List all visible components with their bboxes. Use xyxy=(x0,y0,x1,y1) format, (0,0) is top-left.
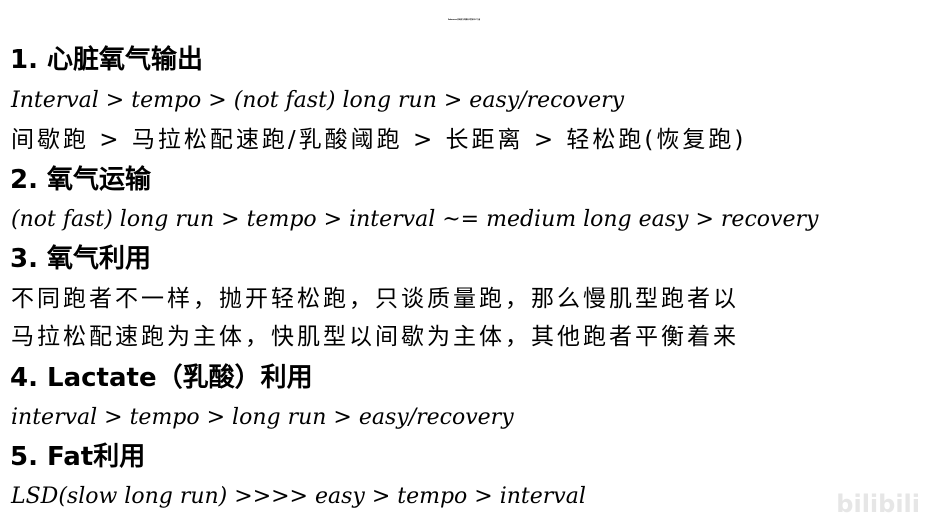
section-4-heading: 4. Lactate（乳酸）利用 xyxy=(10,363,313,393)
section-5-heading: 5. Fat利用 xyxy=(10,442,146,472)
section-3-heading: 3. 氧气利用 xyxy=(10,244,152,274)
section-3-line-2: 马拉松配速跑为主体，快肌型以间歇为主体，其他跑者平衡着来 xyxy=(11,324,739,350)
section-1-line-english: Interval > tempo > (not fast) long run >… xyxy=(11,88,625,113)
document-page: Endurance(有氧能力)的提高主要来自5个方面 1. 心脏氧气输出 Int… xyxy=(0,0,928,522)
section-2-line-english: (not fast) long run > tempo > interval ~… xyxy=(11,207,819,232)
section-5-line-english: LSD(slow long run) >>>> easy > tempo > i… xyxy=(11,484,586,509)
section-3-line-1: 不同跑者不一样，抛开轻松跑，只谈质量跑，那么慢肌型跑者以 xyxy=(11,286,739,312)
bilibili-watermark: bilibili xyxy=(836,490,920,518)
page-title: Endurance(有氧能力)的提高主要来自5个方面 xyxy=(447,20,481,21)
section-1-line-chinese: 间歇跑 > 马拉松配速跑/乳酸阈跑 > 长距离 > 轻松跑(恢复跑) xyxy=(11,127,747,153)
section-1-heading: 1. 心脏氧气输出 xyxy=(10,45,204,75)
section-2-heading: 2. 氧气运输 xyxy=(10,165,152,195)
section-4-line-english: interval > tempo > long run > easy/recov… xyxy=(11,405,514,430)
